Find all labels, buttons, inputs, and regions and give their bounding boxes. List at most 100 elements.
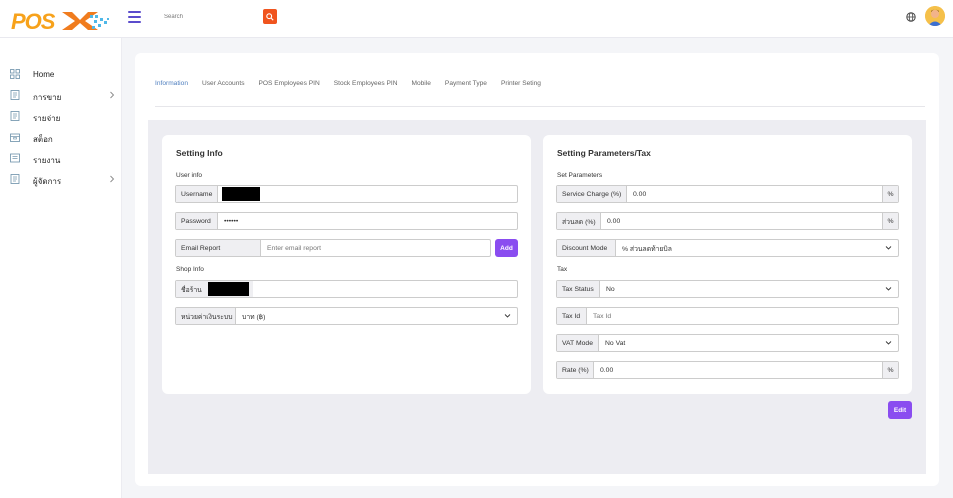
vat-mode-text: No Vat [605, 339, 626, 347]
tax-id-input[interactable]: Tax Id [587, 308, 898, 324]
tax-label: Tax [557, 266, 568, 273]
rate-label: Rate (%) [557, 362, 594, 378]
password-value[interactable]: •••••• [218, 213, 517, 229]
search-input[interactable] [158, 9, 260, 25]
chevron-right-icon [110, 91, 115, 99]
document-icon [10, 90, 20, 100]
password-field[interactable]: Password •••••• [175, 212, 518, 230]
discount-mode-value[interactable]: % ส่วนลดท้ายบิล [616, 240, 898, 256]
posx-logo[interactable]: POS [10, 9, 112, 34]
discount-input[interactable]: 0.00 [601, 213, 882, 229]
grid-icon [10, 69, 20, 79]
shop-name-field[interactable]: ชื่อร้าน [175, 280, 518, 298]
tax-status-text: No [606, 285, 615, 293]
currency-value-text: บาท (฿) [242, 313, 266, 321]
rate-input[interactable]: 0.00 [594, 362, 882, 378]
search-icon [266, 12, 274, 21]
tab-printer-setting[interactable]: Printer Seting [501, 80, 541, 100]
shop-name-label: ชื่อร้าน [176, 281, 205, 297]
tax-status-label: Tax Status [557, 281, 600, 297]
sidebar-item-stock[interactable]: สต็อก [0, 127, 122, 147]
chevron-down-icon [504, 314, 511, 318]
tab-divider [155, 106, 925, 107]
chevron-down-icon [885, 246, 892, 250]
vat-mode-label: VAT Mode [557, 335, 599, 351]
username-value[interactable] [218, 186, 517, 202]
box-icon [10, 133, 20, 142]
setting-parameters-panel: Setting Parameters/Tax Set Parameters Se… [543, 135, 912, 394]
svg-text:POS: POS [11, 9, 56, 33]
discount-mode-select[interactable]: Discount Mode % ส่วนลดท้ายบิล [556, 239, 899, 257]
currency-label: หน่วยค่าเงินระบบ [176, 308, 236, 324]
username-label: Username [176, 186, 218, 202]
shop-info-label: Shop Info [176, 266, 204, 273]
panel-title: Setting Parameters/Tax [557, 148, 651, 158]
user-avatar[interactable] [925, 6, 945, 26]
discount-mode-text: % ส่วนลดท้ายบิล [622, 245, 672, 253]
username-field[interactable]: Username [175, 185, 518, 203]
sidebar-item-label: สต็อก [33, 135, 53, 144]
currency-select[interactable]: หน่วยค่าเงินระบบ บาท (฿) [175, 307, 518, 325]
tab-payment-type[interactable]: Payment Type [445, 80, 487, 100]
set-parameters-label: Set Parameters [557, 172, 603, 179]
service-charge-input[interactable]: 0.00 [627, 186, 882, 202]
sidebar-item-sales[interactable]: การขาย [0, 85, 122, 105]
top-bar: POS [0, 0, 953, 38]
sidebar-item-home[interactable]: Home [0, 64, 122, 84]
sidebar-item-reports[interactable]: รายงาน [0, 148, 122, 168]
user-info-label: User info [176, 172, 203, 179]
discount-mode-label: Discount Mode [557, 240, 616, 256]
sidebar-item-label: ผู้จัดการ [33, 177, 62, 186]
tax-status-value[interactable]: No [600, 281, 898, 297]
percent-suffix: % [882, 213, 898, 229]
settings-card: Information User Accounts POS Employees … [135, 53, 939, 486]
shop-name-rest[interactable] [253, 281, 517, 297]
service-charge-label: Service Charge (%) [557, 186, 627, 202]
service-charge-field[interactable]: Service Charge (%) 0.00 % [556, 185, 899, 203]
tax-status-select[interactable]: Tax Status No [556, 280, 899, 298]
report-icon [10, 153, 20, 163]
tax-id-label: Tax Id [557, 308, 587, 324]
edit-button[interactable]: Edit [888, 401, 912, 419]
chevron-right-icon [110, 175, 115, 183]
tab-mobile[interactable]: Mobile [411, 80, 430, 100]
sidebar-item-label: รายงาน [33, 156, 61, 165]
tab-information[interactable]: Information [155, 80, 188, 100]
redacted-block [222, 187, 260, 201]
chevron-down-icon [885, 341, 892, 345]
add-email-button[interactable]: Add [495, 239, 518, 257]
tab-user-accounts[interactable]: User Accounts [202, 80, 245, 100]
shop-name-value[interactable] [205, 281, 253, 297]
settings-tabs: Information User Accounts POS Employees … [155, 80, 555, 100]
search-button[interactable] [263, 9, 277, 24]
percent-suffix: % [882, 362, 898, 378]
tab-pos-employees-pin[interactable]: POS Employees PIN [259, 80, 320, 100]
rate-field[interactable]: Rate (%) 0.00 % [556, 361, 899, 379]
email-report-label: Email Report [176, 240, 261, 256]
redacted-block [208, 282, 249, 296]
tax-id-field[interactable]: Tax Id Tax Id [556, 307, 899, 325]
sidebar-item-label: Home [33, 70, 55, 79]
vat-mode-select[interactable]: VAT Mode No Vat [556, 334, 899, 352]
discount-field[interactable]: ส่วนลด (%) 0.00 % [556, 212, 899, 230]
discount-label: ส่วนลด (%) [557, 213, 601, 229]
hamburger-menu-icon[interactable] [128, 11, 141, 23]
settings-content: Setting Info User info Username Password… [148, 120, 926, 474]
percent-suffix: % [882, 186, 898, 202]
password-label: Password [176, 213, 218, 229]
sidebar-item-expenses[interactable]: รายจ่าย [0, 106, 122, 126]
sidebar-item-label: รายจ่าย [33, 114, 61, 123]
panel-title: Setting Info [176, 148, 223, 158]
sidebar: Home การขาย รายจ่าย สต็อก รายงาน ผู้จัดก… [0, 38, 122, 498]
sidebar-item-manager[interactable]: ผู้จัดการ [0, 169, 122, 189]
email-report-input[interactable]: Enter email report [261, 240, 490, 256]
vat-mode-value[interactable]: No Vat [599, 335, 898, 351]
tab-stock-employees-pin[interactable]: Stock Employees PIN [334, 80, 398, 100]
document-icon [10, 111, 20, 121]
currency-value[interactable]: บาท (฿) [236, 308, 517, 324]
globe-icon[interactable] [906, 12, 916, 22]
chevron-down-icon [885, 287, 892, 291]
email-report-field[interactable]: Email Report Enter email report [175, 239, 491, 257]
setting-info-panel: Setting Info User info Username Password… [162, 135, 531, 394]
sidebar-item-label: การขาย [33, 93, 62, 102]
